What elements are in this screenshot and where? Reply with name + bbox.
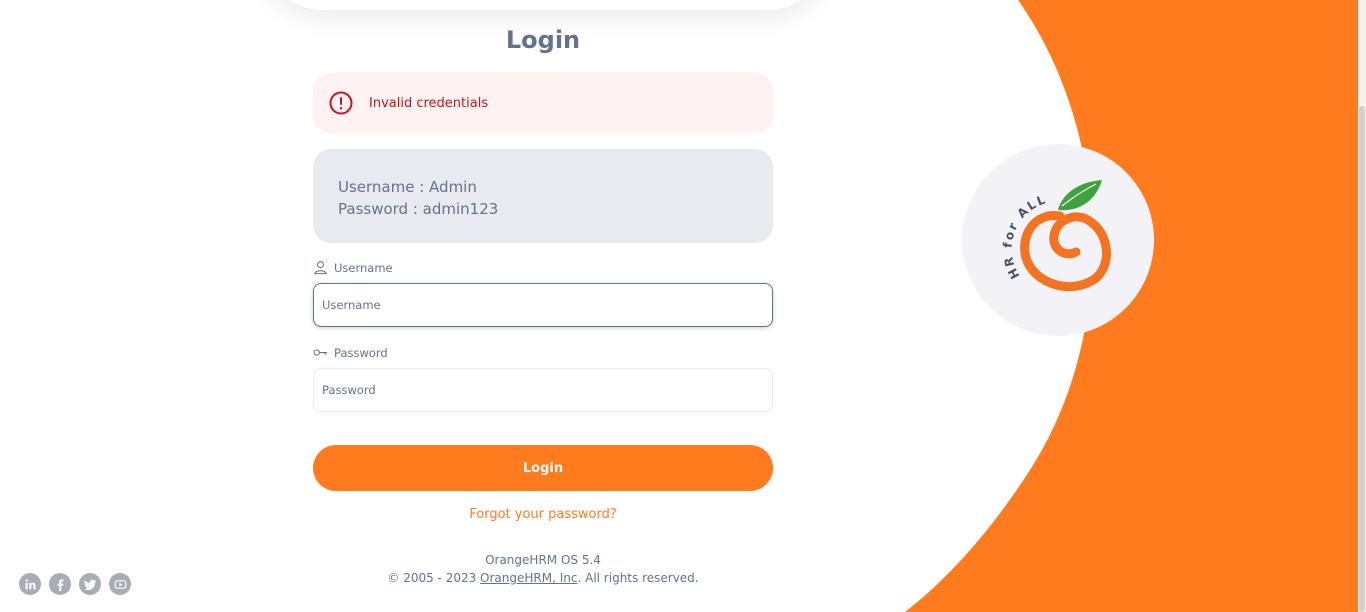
page-title: Login	[505, 26, 581, 54]
copyright-text: © 2005 - 2023 OrangeHRM, Inc. All rights…	[313, 569, 773, 587]
youtube-icon[interactable]	[109, 573, 131, 595]
scrollbar[interactable]	[1358, 0, 1366, 612]
version-text: OrangeHRM OS 5.4	[485, 553, 601, 567]
hint-username: Username : Admin	[338, 178, 477, 196]
user-icon	[314, 261, 327, 275]
twitter-icon[interactable]	[79, 573, 101, 595]
brand-logo: HR for ALL	[962, 144, 1154, 336]
company-link[interactable]: OrangeHRM, Inc	[480, 571, 577, 585]
error-alert: Invalid credentials	[313, 73, 773, 133]
hint-password: Password : admin123	[338, 200, 499, 218]
password-label-text: Password	[334, 345, 388, 360]
forgot-password-link[interactable]: Forgot your password?	[313, 507, 773, 522]
footer: OrangeHRM OS 5.4 © 2005 - 2023 OrangeHRM…	[313, 551, 773, 587]
alert-message: Invalid credentials	[369, 95, 489, 111]
facebook-icon[interactable]	[49, 573, 71, 595]
linkedin-icon[interactable]	[19, 573, 41, 595]
card-top-shadow	[262, 0, 828, 10]
login-button[interactable]: Login	[313, 445, 773, 491]
username-label-text: Username	[334, 260, 393, 275]
username-input[interactable]	[313, 283, 773, 327]
social-links	[19, 573, 131, 595]
copyright-prefix: © 2005 - 2023	[387, 571, 481, 585]
orange-fruit-icon: HR for ALL	[1001, 180, 1111, 292]
password-input[interactable]	[313, 368, 773, 412]
username-label: Username	[313, 260, 393, 275]
password-label: Password	[313, 345, 388, 360]
login-page: Login Invalid credentials Username : Adm…	[0, 0, 1366, 612]
copyright-suffix: . All rights reserved.	[577, 571, 699, 585]
key-icon	[313, 349, 328, 356]
credentials-hint: Username : Admin Password : admin123	[313, 149, 773, 243]
alert-circle-icon	[329, 91, 353, 115]
scrollbar-thumb[interactable]	[1359, 106, 1365, 612]
